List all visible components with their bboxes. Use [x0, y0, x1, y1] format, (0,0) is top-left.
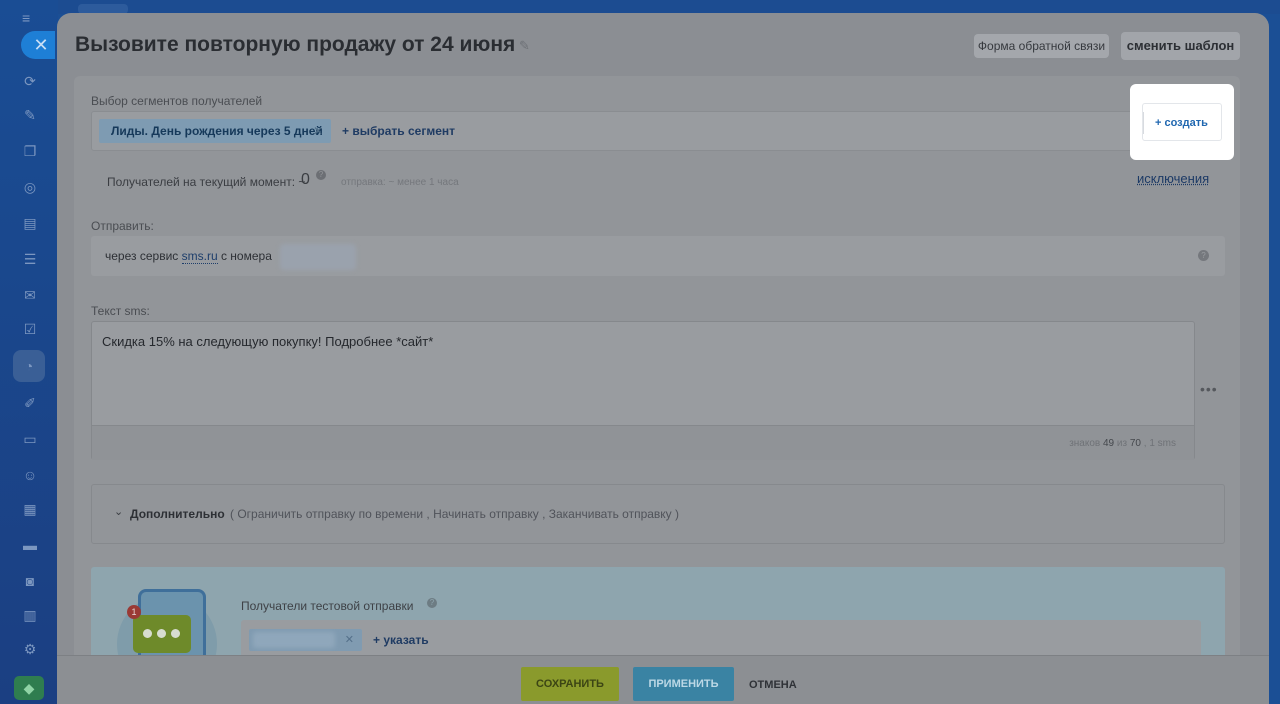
rail-chat-icon[interactable]: ❐	[21, 142, 39, 160]
additional-options: ( Ограничить отправку по времени , Начин…	[230, 507, 680, 521]
bubble-dot	[171, 629, 180, 638]
rail-mail-icon[interactable]: ✉	[21, 286, 39, 304]
additional-settings-section[interactable]: ⌄ Дополнительно ( Ограничить отправку по…	[91, 484, 1225, 544]
rail-calendar-icon[interactable]: ▥	[21, 606, 39, 624]
rail-marketing-icon[interactable]: ◔	[13, 350, 45, 382]
rail-status-icon[interactable]: ◆	[14, 676, 44, 700]
sender-selector[interactable]: через сервис sms.ru с номера ?	[91, 236, 1225, 276]
test-recipient-chip[interactable]: ✕	[249, 629, 362, 651]
segments-selector[interactable]: Лиды. День рождения через 5 дней ✕ + выб…	[91, 111, 1225, 151]
close-slider-button[interactable]: ✕	[21, 31, 55, 59]
rail-activity-icon[interactable]: ⟳	[21, 72, 39, 90]
sender-number-blurred	[280, 244, 356, 270]
recipients-count: 0	[301, 171, 310, 188]
send-time-estimate: отправка: ~ менее 1 часа	[341, 177, 459, 188]
send-label: Отправить:	[91, 219, 154, 233]
left-rail: ≡ ✕ ⟳ ✎ ❐ ◎ ▤ ☰ ✉ ☑ ◔ ✐ ▭ ☺ ▦ ▬ ◙ ▥ ⚙ ◆	[0, 0, 58, 704]
create-segment-button[interactable]: + создать	[1142, 103, 1222, 141]
sms-text-label: Текст sms:	[91, 304, 150, 318]
rail-document-icon[interactable]: ▤	[21, 214, 39, 232]
create-segment-highlight: + создать	[1130, 84, 1234, 160]
sms-service-link[interactable]: sms.ru	[181, 249, 218, 264]
menu-icon[interactable]: ≡	[22, 11, 38, 25]
rail-users-icon[interactable]: ☺	[21, 466, 39, 484]
mailing-slider-panel: Вызовите повторную продажу от 24 июня ✎ …	[57, 13, 1269, 704]
rail-robot-icon[interactable]: ◙	[21, 572, 39, 590]
chevron-down-icon[interactable]: ⌄	[114, 505, 123, 518]
more-options-icon[interactable]: •••	[1200, 381, 1218, 397]
change-template-button[interactable]: сменить шаблон	[1121, 32, 1240, 60]
edit-title-icon[interactable]: ✎	[519, 38, 530, 54]
sms-counter-bar: знаков 49 из 70 , 1 sms	[92, 425, 1194, 460]
rail-card-icon[interactable]: ▭	[21, 430, 39, 448]
feedback-form-button[interactable]: Форма обратной связи	[974, 34, 1109, 58]
test-recipients-field[interactable]: ✕ + указать	[241, 620, 1201, 660]
remove-segment-icon[interactable]: ✕	[313, 119, 323, 143]
remove-test-recipient-icon[interactable]: ✕	[345, 633, 354, 646]
save-button[interactable]: СОХРАНИТЬ	[521, 667, 619, 701]
apply-button[interactable]: ПРИМЕНИТЬ	[633, 667, 734, 701]
rail-pen-icon[interactable]: ✐	[21, 394, 39, 412]
segments-label: Выбор сегментов получателей	[91, 94, 263, 108]
counter-prefix: знаков	[1069, 438, 1101, 449]
page-title: Вызовите повторную продажу от 24 июня	[75, 33, 516, 56]
action-bar: СОХРАНИТЬ ПРИМЕНИТЬ ОТМЕНА	[57, 655, 1269, 704]
rail-filter-icon[interactable]: ☰	[21, 250, 39, 268]
segment-chip-label: Лиды. День рождения через 5 дней	[111, 124, 323, 138]
message-bubble-icon	[133, 615, 191, 653]
sender-help-icon[interactable]: ?	[1198, 250, 1209, 261]
sms-count: , 1 sms	[1143, 438, 1176, 449]
test-recipients-label: Получатели тестовой отправки	[241, 599, 414, 613]
recipients-summary: Получателей на текущий момент: ~ 0 ? отп…	[91, 164, 1225, 202]
help-icon[interactable]: ?	[316, 170, 326, 180]
sender-suffix: с номера	[220, 249, 272, 263]
sms-text-editor[interactable]: Скидка 15% на следующую покупку! Подробн…	[91, 321, 1195, 460]
rail-tasks-icon[interactable]: ✎	[21, 106, 39, 124]
exclusions-link[interactable]: исключения	[1137, 171, 1209, 186]
cancel-button[interactable]: ОТМЕНА	[749, 679, 797, 691]
char-count: 49	[1103, 438, 1115, 449]
rail-globe-icon[interactable]: ◎	[21, 178, 39, 196]
top-bar-background	[58, 0, 1280, 14]
test-recipient-blurred	[253, 632, 335, 648]
rail-file-icon[interactable]: ▦	[21, 500, 39, 518]
divider	[1143, 112, 1144, 134]
sender-prefix: через сервис	[105, 249, 179, 263]
rail-check-icon[interactable]: ☑	[21, 320, 39, 338]
sms-text[interactable]: Скидка 15% на следующую покупку! Подробн…	[102, 334, 433, 349]
segment-chip[interactable]: Лиды. День рождения через 5 дней ✕	[99, 119, 331, 143]
sms-char-counter: знаков 49 из 70 , 1 sms	[1069, 438, 1176, 449]
bubble-dot	[143, 629, 152, 638]
char-max: 70	[1129, 438, 1141, 449]
recipients-label: Получателей на текущий момент: ~	[107, 175, 306, 189]
notification-badge: 1	[127, 605, 141, 619]
sender-description: через сервис sms.ru с номера	[105, 249, 272, 264]
select-segment-link[interactable]: + выбрать сегмент	[342, 124, 455, 138]
counter-mid: из	[1116, 438, 1128, 449]
rail-wallet-icon[interactable]: ▬	[21, 536, 39, 554]
mailing-form-card: Выбор сегментов получателей Лиды. День р…	[74, 76, 1240, 704]
test-help-icon[interactable]: ?	[427, 598, 437, 608]
additional-title[interactable]: Дополнительно	[130, 507, 225, 521]
bubble-dot	[157, 629, 166, 638]
create-segment-label[interactable]: + создать	[1155, 117, 1208, 129]
rail-settings-icon[interactable]: ⚙	[21, 640, 39, 658]
add-test-recipient-link[interactable]: + указать	[373, 633, 429, 647]
